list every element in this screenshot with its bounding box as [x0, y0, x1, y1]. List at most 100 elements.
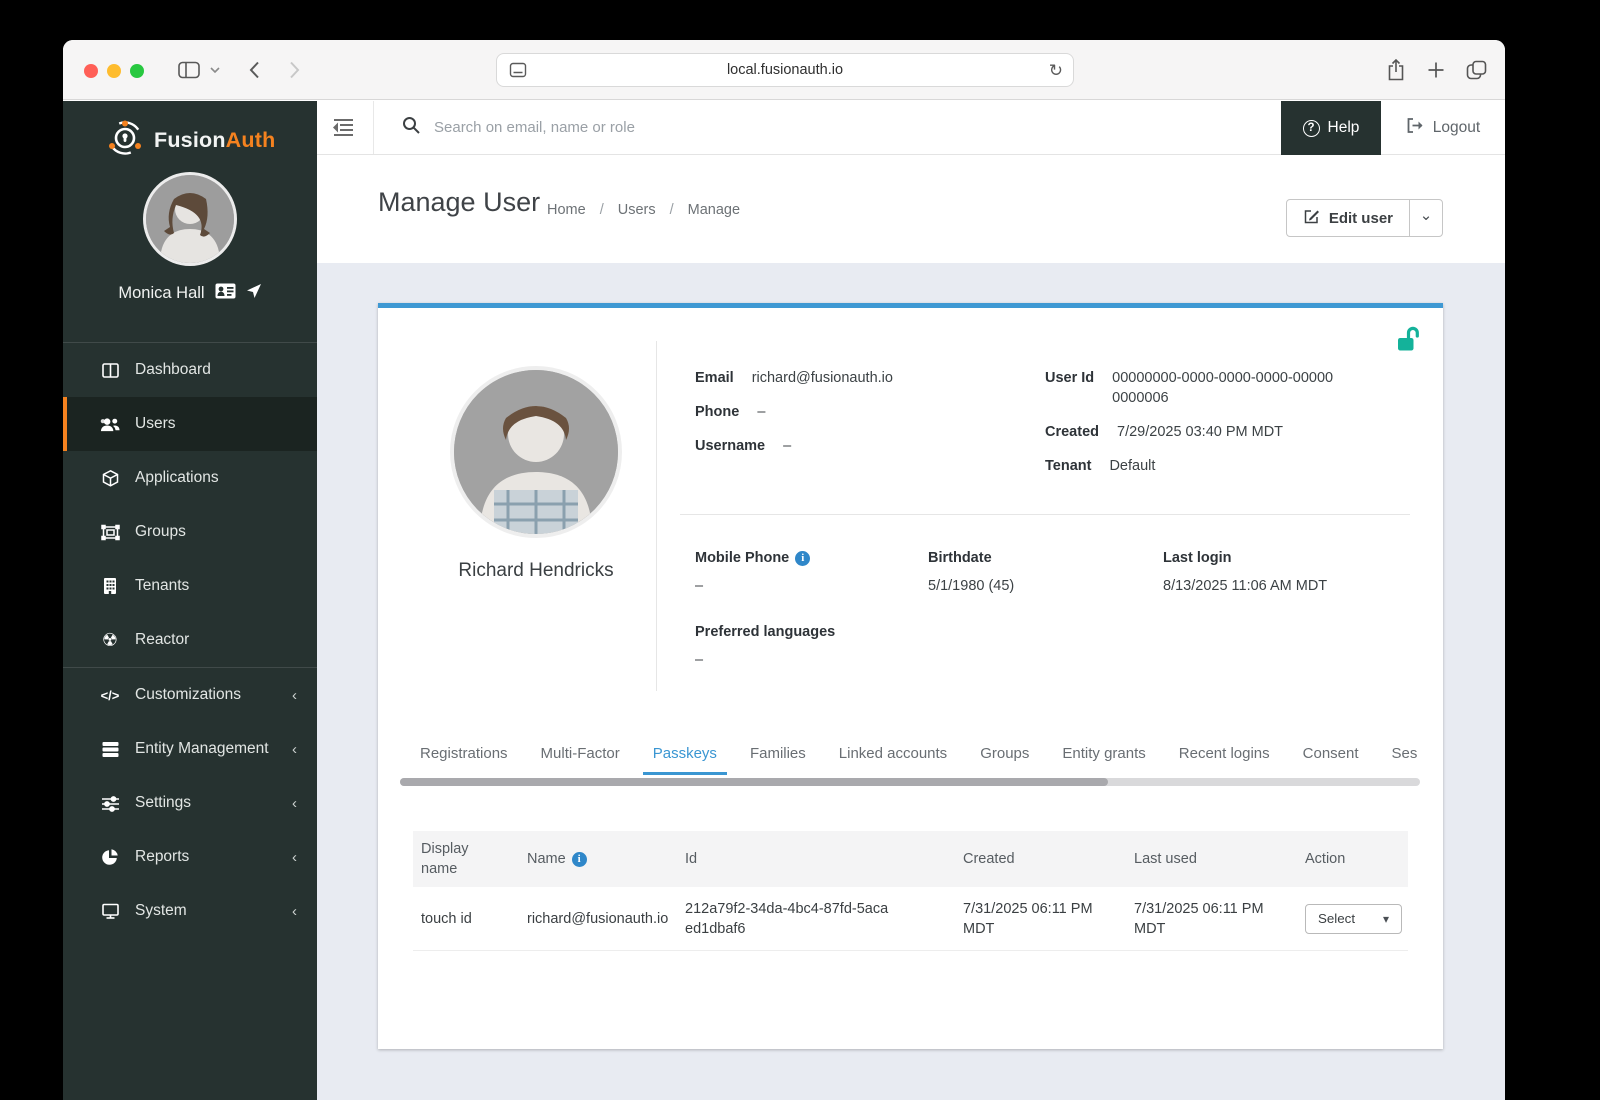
sidebar-item-reports[interactable]: Reports	[63, 830, 317, 884]
sidebar-item-reactor[interactable]: ☢ Reactor	[63, 613, 317, 667]
sidebar-item-system[interactable]: System	[63, 884, 317, 938]
search-icon	[402, 116, 421, 140]
cell-last-used: 7/31/2025 06:11 PM MDT	[1134, 900, 1264, 937]
header-display-name: Display name	[421, 841, 469, 877]
cell-display-name: touch id	[421, 910, 472, 927]
tenant-row: Tenant Default	[1045, 458, 1156, 474]
sidebar-item-tenants[interactable]: Tenants	[63, 559, 317, 613]
question-icon: ?	[1302, 119, 1320, 137]
admin-avatar[interactable]	[143, 172, 237, 266]
info-icon[interactable]	[571, 852, 587, 867]
zoom-window-button[interactable]	[130, 64, 144, 78]
minimize-window-button[interactable]	[107, 64, 121, 78]
admin-name: Monica Hall	[118, 284, 205, 302]
sidebar-item-settings[interactable]: Settings	[63, 776, 317, 830]
breadcrumb-manage: Manage	[687, 202, 741, 218]
user-detail-tabs: Registrations Multi-Factor Passkeys Fami…	[410, 745, 1443, 775]
info-icon[interactable]	[795, 551, 811, 566]
logout-icon	[1406, 117, 1424, 139]
fusionauth-logo-text: FusionAuth	[154, 128, 276, 152]
phone-row: Phone –	[695, 404, 766, 420]
fusionauth-logo[interactable]: FusionAuth	[105, 118, 275, 163]
username-value: –	[783, 438, 792, 454]
tab-registrations[interactable]: Registrations	[410, 745, 518, 775]
user-avatar	[450, 366, 622, 538]
cell-id: 212a79f2-34da-4bc4-87fd-5acaed1dbaf6	[685, 900, 889, 937]
logout-button[interactable]: Logout	[1381, 101, 1505, 155]
back-icon[interactable]	[241, 40, 267, 100]
address-bar[interactable]: local.fusionauth.io ↻	[496, 53, 1074, 87]
last-login-value: 8/13/2025 11:06 AM MDT	[1163, 578, 1328, 594]
sidebar-item-users[interactable]: Users	[63, 397, 317, 451]
help-button[interactable]: ? Help	[1281, 101, 1381, 155]
birthdate-label: Birthdate	[928, 550, 992, 566]
user-full-name: Richard Hendricks	[458, 560, 614, 581]
sidebar: FusionAuth Monica Hall Dashboard Users A…	[63, 101, 317, 1100]
pie-chart-icon	[100, 848, 120, 866]
sliders-icon	[100, 795, 120, 812]
header-created: Created	[963, 851, 1015, 867]
chevron-down-icon[interactable]	[207, 40, 223, 100]
table-row: touch id richard@fusionauth.io 212a79f2-…	[413, 887, 1408, 951]
dashboard-icon	[100, 361, 120, 380]
tab-entity-grants[interactable]: Entity grants	[1052, 745, 1155, 775]
tab-groups[interactable]: Groups	[970, 745, 1039, 775]
breadcrumb-home[interactable]: Home	[547, 202, 618, 218]
edit-user-button[interactable]: Edit user	[1287, 200, 1409, 236]
header-name: Name	[519, 841, 677, 877]
sidebar-item-groups[interactable]: Groups	[63, 505, 317, 559]
header-id: Id	[685, 851, 698, 867]
page-icon	[509, 62, 527, 79]
location-arrow-icon[interactable]	[246, 283, 262, 304]
header-last-used: Last used	[1134, 851, 1197, 867]
sidebar-item-applications[interactable]: Applications	[63, 451, 317, 505]
edit-icon	[1303, 208, 1320, 229]
tab-multi-factor[interactable]: Multi-Factor	[531, 745, 630, 775]
tabs-scrollbar-thumb[interactable]	[400, 778, 1108, 786]
new-tab-icon[interactable]	[1423, 40, 1449, 100]
close-window-button[interactable]	[84, 64, 98, 78]
breadcrumb-users[interactable]: Users	[618, 202, 688, 218]
main-area: ? Help Logout Manage User Home Users Man…	[317, 101, 1505, 1100]
menu-collapse-icon[interactable]	[330, 116, 356, 143]
birthdate-value: 5/1/1980 (45)	[928, 578, 1015, 594]
last-login-label: Last login	[1163, 550, 1232, 566]
tab-overview-icon[interactable]	[1463, 40, 1489, 100]
reload-icon[interactable]: ↻	[1049, 61, 1063, 81]
passkeys-table: Display name Name Id Created Last used A…	[413, 831, 1408, 951]
created-value: 7/29/2025 03:40 PM MDT	[1117, 424, 1284, 440]
search-input[interactable]	[434, 119, 1281, 136]
preferred-languages-value: –	[695, 652, 704, 668]
forward-icon[interactable]	[281, 40, 307, 100]
user-id-row: User Id 00000000-0000-0000-0000-000000000…	[1045, 368, 1340, 408]
code-icon: </>	[100, 687, 120, 703]
tab-passkeys[interactable]: Passkeys	[642, 745, 727, 775]
reactor-icon: ☢	[101, 629, 119, 650]
sidebar-item-entity-management[interactable]: Entity Management	[63, 722, 317, 776]
unlocked-icon[interactable]	[1395, 326, 1419, 358]
id-card-icon[interactable]	[215, 283, 236, 304]
sidebar-toggle-icon[interactable]	[175, 40, 203, 100]
tab-recent-logins[interactable]: Recent logins	[1169, 745, 1280, 775]
share-icon[interactable]	[1383, 40, 1409, 100]
tab-sessions[interactable]: Ses	[1382, 745, 1428, 775]
table-header-row: Display name Name Id Created Last used A…	[413, 831, 1408, 887]
fusionauth-logo-icon	[105, 118, 145, 163]
tab-families[interactable]: Families	[740, 745, 816, 775]
mobile-phone-value: –	[695, 578, 704, 594]
applications-icon	[100, 469, 120, 488]
phone-value: –	[757, 404, 766, 420]
sidebar-item-dashboard[interactable]: Dashboard	[63, 343, 317, 397]
tab-linked-accounts[interactable]: Linked accounts	[829, 745, 957, 775]
tabs-scrollbar[interactable]	[400, 778, 1420, 786]
preferred-languages-label: Preferred languages	[695, 624, 836, 640]
users-icon	[100, 416, 120, 433]
sidebar-item-customizations[interactable]: </> Customizations	[63, 668, 317, 722]
app-topbar: ? Help Logout	[317, 101, 1505, 155]
monitor-icon	[100, 902, 120, 920]
horizontal-divider	[680, 514, 1410, 515]
select-action-button[interactable]: Select	[1305, 903, 1402, 934]
sidebar-nav: Dashboard Users Applications Groups Tena…	[63, 342, 317, 938]
edit-user-dropdown-toggle[interactable]	[1409, 200, 1442, 236]
tab-consent[interactable]: Consent	[1293, 745, 1369, 775]
